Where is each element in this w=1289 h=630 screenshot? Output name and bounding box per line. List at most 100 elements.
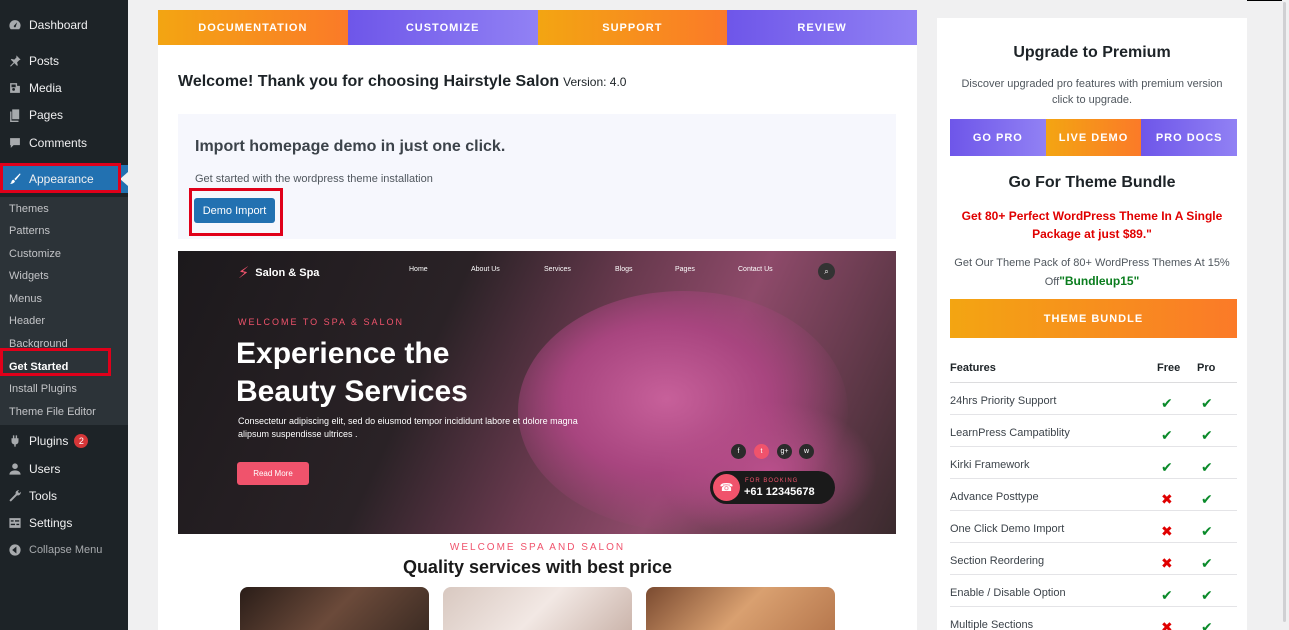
upgrade-title: Upgrade to Premium (1013, 44, 1171, 61)
feature-row: Section Reordering ✖ ✔ (950, 543, 1237, 575)
free-check-icon: ✔ (1161, 395, 1173, 411)
feature-name: One Click Demo Import (950, 523, 1065, 535)
pro-check-icon: ✔ (1201, 395, 1213, 411)
hero-image-hand (658, 401, 878, 534)
submenu-theme-file-editor[interactable]: Theme File Editor (9, 403, 96, 421)
free-cross-icon: ✖ (1161, 619, 1173, 630)
pro-check-icon: ✔ (1201, 587, 1213, 603)
salon-logo-icon: ⚡ (238, 265, 250, 282)
theme-bundle-button[interactable]: THEME BUNDLE (950, 299, 1237, 338)
top-tab-bar: DOCUMENTATION CUSTOMIZE SUPPORT REVIEW (158, 10, 917, 45)
submenu-themes[interactable]: Themes (9, 200, 49, 218)
service-thumbnail (443, 587, 632, 630)
pro-button-bar: GO PRO LIVE DEMO PRO DOCS (950, 119, 1238, 156)
pro-check-icon: ✔ (1201, 427, 1213, 443)
feature-name: LearnPress Campatiblity (950, 427, 1070, 439)
go-pro-button[interactable]: GO PRO (950, 119, 1046, 156)
feature-row: 24hrs Priority Support ✔ ✔ (950, 383, 1237, 415)
scrollbar-thumb[interactable] (1283, 2, 1286, 622)
sidebar-item-plugins[interactable]: Plugins 2 (0, 430, 128, 452)
welcome-title-text: Welcome! Thank you for choosing Hairstyl… (178, 73, 560, 90)
import-title: Import homepage demo in just one click. (195, 138, 506, 155)
tab-support[interactable]: SUPPORT (537, 10, 728, 45)
preview-logo: ⚡ Salon & Spa (238, 263, 319, 283)
preview-read-more-button: Read More (237, 462, 309, 485)
sidebar-item-tools[interactable]: Tools (0, 485, 128, 507)
bundle-title: Go For Theme Bundle (1008, 174, 1176, 191)
preview-search-icon: ⌕ (818, 263, 835, 280)
preview-booking-pill: ☎ FOR BOOKING +61 12345678 (710, 471, 835, 504)
whatsapp-icon: w (799, 444, 814, 459)
collapse-icon (8, 543, 22, 557)
feature-row: Advance Posttype ✖ ✔ (950, 479, 1237, 511)
pro-docs-button[interactable]: PRO DOCS (1141, 119, 1238, 156)
demo-import-box: Import homepage demo in just one click. … (178, 114, 896, 239)
version-label: Version: 4.0 (563, 75, 627, 89)
live-demo-button[interactable]: LIVE DEMO (1045, 119, 1142, 156)
sidebar-item-label: Pages (29, 108, 64, 122)
free-check-icon: ✔ (1161, 587, 1173, 603)
feature-name: Kirki Framework (950, 459, 1030, 471)
preview-nav-contact: Contact Us (738, 266, 773, 273)
dashboard-icon (8, 18, 22, 32)
pro-check-icon: ✔ (1201, 523, 1213, 539)
submenu-install-plugins[interactable]: Install Plugins (9, 380, 77, 398)
tab-customize[interactable]: CUSTOMIZE (347, 10, 538, 45)
preview-heading-line1: Experience the (236, 337, 450, 370)
settings-icon (8, 516, 22, 530)
sidebar-item-pages[interactable]: Pages (0, 104, 128, 126)
sidebar-item-posts[interactable]: Posts (0, 50, 128, 72)
bundle-offer: Get 80+ Perfect WordPress Theme In A Sin… (961, 209, 1223, 241)
submenu-widgets[interactable]: Widgets (9, 267, 49, 285)
theme-preview-hero: ⚡ Salon & Spa Home About Us Services Blog… (178, 251, 896, 534)
preview-nav-blogs: Blogs (615, 266, 633, 273)
preview-nav-services: Services (544, 266, 571, 273)
pro-check-icon: ✔ (1201, 491, 1213, 507)
sidebar-item-comments[interactable]: Comments (0, 132, 128, 154)
tab-review[interactable]: REVIEW (727, 10, 917, 45)
preview-nav-home: Home (409, 266, 428, 273)
feature-row: Enable / Disable Option ✔ ✔ (950, 575, 1237, 607)
submenu-customize[interactable]: Customize (9, 245, 61, 263)
page-scrollbar[interactable] (1282, 0, 1289, 630)
submenu-menus[interactable]: Menus (9, 290, 42, 308)
preview-nav-pages: Pages (675, 266, 695, 273)
pages-icon (8, 108, 22, 122)
tab-documentation[interactable]: DOCUMENTATION (158, 10, 348, 45)
feature-name: Section Reordering (950, 555, 1045, 567)
comment-icon (8, 136, 22, 150)
free-column-header: Free (1157, 362, 1181, 374)
submenu-patterns[interactable]: Patterns (9, 222, 50, 240)
free-check-icon: ✔ (1161, 459, 1173, 475)
free-cross-icon: ✖ (1161, 523, 1173, 539)
preview-heading-line2: Beauty Services (236, 375, 468, 408)
preview-description: Consectetur adipiscing elit, sed do eius… (238, 416, 578, 439)
collapse-menu-button[interactable]: Collapse Menu (0, 539, 128, 561)
sidebar-item-label: Posts (29, 54, 60, 68)
feature-name: Advance Posttype (950, 491, 1039, 503)
feature-name: 24hrs Priority Support (950, 395, 1057, 407)
sidebar-item-label: Plugins (29, 434, 69, 448)
twitter-icon: t (754, 444, 769, 459)
sidebar-item-media[interactable]: Media (0, 77, 128, 99)
services-kicker: WELCOME SPA AND SALON (449, 542, 626, 553)
sidebar-item-users[interactable]: Users (0, 458, 128, 480)
service-thumbnail (646, 587, 835, 630)
wrench-icon (8, 489, 22, 503)
import-subtitle: Get started with the wordpress theme ins… (195, 173, 433, 185)
service-thumbnail (240, 587, 429, 630)
sidebar-item-label: Users (29, 462, 61, 476)
feature-row: LearnPress Campatiblity ✔ ✔ (950, 415, 1237, 447)
update-count-badge: 2 (74, 434, 89, 448)
bundle-coupon-code: "Bundleup15" (1059, 274, 1140, 288)
plugin-icon (8, 434, 22, 448)
demo-import-highlight-box (189, 188, 283, 236)
submenu-header[interactable]: Header (9, 312, 45, 330)
preview-logo-text: Salon & Spa (255, 267, 320, 279)
free-cross-icon: ✖ (1161, 555, 1173, 571)
sidebar-item-settings[interactable]: Settings (0, 512, 128, 534)
feature-row: One Click Demo Import ✖ ✔ (950, 511, 1237, 543)
bundle-pack-text: Get Our Theme Pack of 80+ WordPress Them… (953, 254, 1231, 291)
free-cross-icon: ✖ (1161, 491, 1173, 507)
sidebar-item-dashboard[interactable]: Dashboard (0, 14, 128, 36)
